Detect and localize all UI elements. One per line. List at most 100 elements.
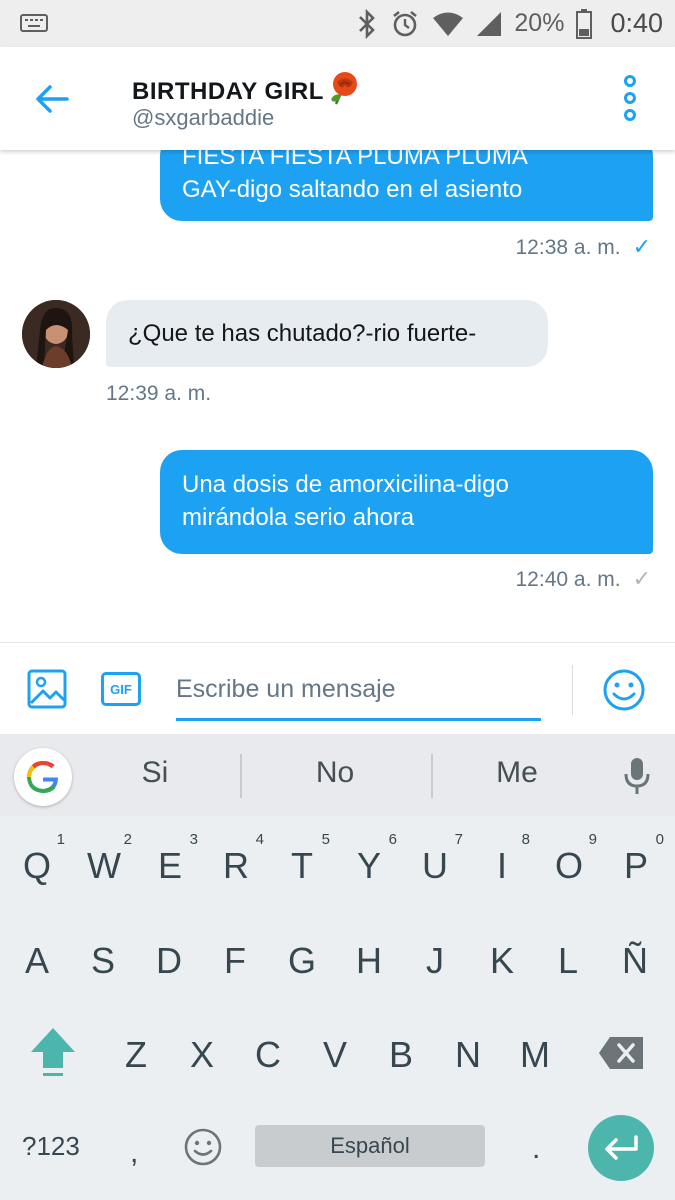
key-z[interactable]: Z (106, 1020, 166, 1090)
key-label: R (223, 845, 249, 886)
shift-icon[interactable] (28, 1024, 78, 1080)
message-input[interactable]: Escribe un mensaje (176, 661, 541, 721)
key-hint: 6 (388, 831, 397, 848)
battery-icon (576, 8, 593, 39)
clock: 0:40 (610, 8, 663, 38)
image-icon[interactable] (27, 669, 67, 709)
key-l[interactable]: L (538, 926, 598, 996)
dot-icon (624, 92, 636, 104)
key-r[interactable]: R4 (206, 831, 266, 901)
key-q[interactable]: Q1 (7, 831, 67, 901)
microphone-icon[interactable] (622, 756, 652, 796)
enter-button[interactable] (588, 1115, 654, 1181)
timestamp-text: 12:40 a. m. (515, 568, 621, 591)
key-hint: 2 (123, 831, 132, 848)
check-icon: ✓ (632, 234, 651, 259)
key-hint: 0 (655, 831, 664, 848)
key-y[interactable]: Y6 (339, 831, 399, 901)
google-g-icon (27, 761, 58, 793)
key-e[interactable]: E3 (140, 831, 200, 901)
emoji-key-icon[interactable] (183, 1127, 223, 1167)
comma-key[interactable]: , (130, 1136, 138, 1170)
key-g[interactable]: G (272, 926, 332, 996)
key-label: T (291, 845, 313, 886)
key-v[interactable]: V (305, 1020, 365, 1090)
key-k[interactable]: K (472, 926, 532, 996)
key-h[interactable]: H (339, 926, 399, 996)
sent-message-bubble[interactable]: Una dosis de amorxicilina-digo mirándola… (160, 450, 653, 554)
key-label: Q (22, 845, 51, 886)
timestamp-text: 12:38 a. m. (515, 236, 621, 259)
key-label: Y (356, 845, 381, 886)
alarm-icon (393, 10, 418, 36)
received-message-bubble[interactable]: ¿Que te has chutado?-rio fuerte- (106, 300, 548, 367)
suggestion-strip: Si No Me (0, 734, 675, 816)
key-j[interactable]: J (405, 926, 465, 996)
key-o[interactable]: O9 (539, 831, 599, 901)
profile-photo (22, 300, 90, 368)
message-list[interactable]: FIESTA FIESTA PLUMA PLUMA GAY-digo salta… (0, 150, 675, 642)
space-bar[interactable]: Español (255, 1125, 485, 1167)
divider (572, 665, 573, 715)
key-n-tilde[interactable]: Ñ (605, 926, 665, 996)
more-options-button[interactable] (615, 75, 645, 121)
key-s[interactable]: S (73, 926, 133, 996)
key-label: O (554, 845, 583, 886)
dot-icon (624, 109, 636, 121)
key-d[interactable]: D (139, 926, 199, 996)
message-composer: GIF Escribe un mensaje (0, 642, 675, 734)
key-hint: 5 (321, 831, 330, 848)
gif-button[interactable]: GIF (101, 672, 141, 706)
key-w[interactable]: W2 (74, 831, 134, 901)
key-label: E (157, 845, 182, 886)
status-bar: 20% 0:40 (0, 0, 675, 47)
period-key[interactable]: . (532, 1132, 540, 1166)
google-g-button[interactable] (14, 748, 72, 806)
rose-icon (331, 72, 357, 105)
key-b[interactable]: B (371, 1020, 431, 1090)
key-m[interactable]: M (505, 1020, 565, 1090)
key-p[interactable]: P0 (606, 831, 666, 901)
keyboard-indicator-icon (20, 14, 48, 32)
key-a[interactable]: A (7, 926, 67, 996)
key-hint: 4 (255, 831, 264, 848)
check-icon: ✓ (632, 566, 651, 591)
bluetooth-icon (359, 8, 376, 39)
message-line: GAY-digo saltando en el asiento (182, 176, 523, 203)
key-label: W (87, 845, 121, 886)
suggestion-3[interactable]: Me (442, 756, 592, 790)
battery-percent: 20% (514, 9, 565, 37)
suggestion-2[interactable]: No (260, 756, 410, 790)
suggestion-divider (431, 754, 433, 798)
key-n[interactable]: N (438, 1020, 498, 1090)
avatar[interactable] (22, 300, 90, 368)
suggestion-1[interactable]: Si (80, 756, 230, 790)
message-timestamp: 12:38 a. m. ✓ (516, 234, 652, 260)
message-timestamp: 12:40 a. m. ✓ (516, 566, 652, 592)
message-line: mirándola serio ahora (182, 504, 415, 531)
key-i[interactable]: I8 (472, 831, 532, 901)
backspace-icon[interactable] (598, 1036, 644, 1070)
symbols-key[interactable]: ?123 (22, 1131, 80, 1162)
sent-message-bubble[interactable]: FIESTA FIESTA PLUMA PLUMA GAY-digo salta… (160, 150, 653, 221)
conversation-title[interactable]: BIRTHDAY GIRL (132, 71, 360, 106)
message-timestamp: 12:39 a. m. (106, 382, 212, 405)
key-t[interactable]: T5 (272, 831, 332, 901)
enter-icon (605, 1135, 638, 1160)
key-f[interactable]: F (205, 926, 265, 996)
dot-icon (624, 75, 636, 87)
emoji-icon[interactable] (602, 668, 646, 712)
title-text: BIRTHDAY GIRL (132, 78, 324, 105)
wifi-icon (433, 12, 464, 36)
suggestion-divider (240, 754, 242, 798)
key-hint: 1 (56, 831, 65, 848)
user-handle: @sxgarbaddie (132, 105, 275, 130)
key-c[interactable]: C (238, 1020, 298, 1090)
key-x[interactable]: X (172, 1020, 232, 1090)
key-label: P (623, 845, 648, 886)
key-label: I (496, 845, 507, 886)
signal-icon (477, 11, 502, 36)
key-u[interactable]: U7 (405, 831, 465, 901)
key-hint: 3 (189, 831, 198, 848)
back-button[interactable] (28, 75, 76, 123)
